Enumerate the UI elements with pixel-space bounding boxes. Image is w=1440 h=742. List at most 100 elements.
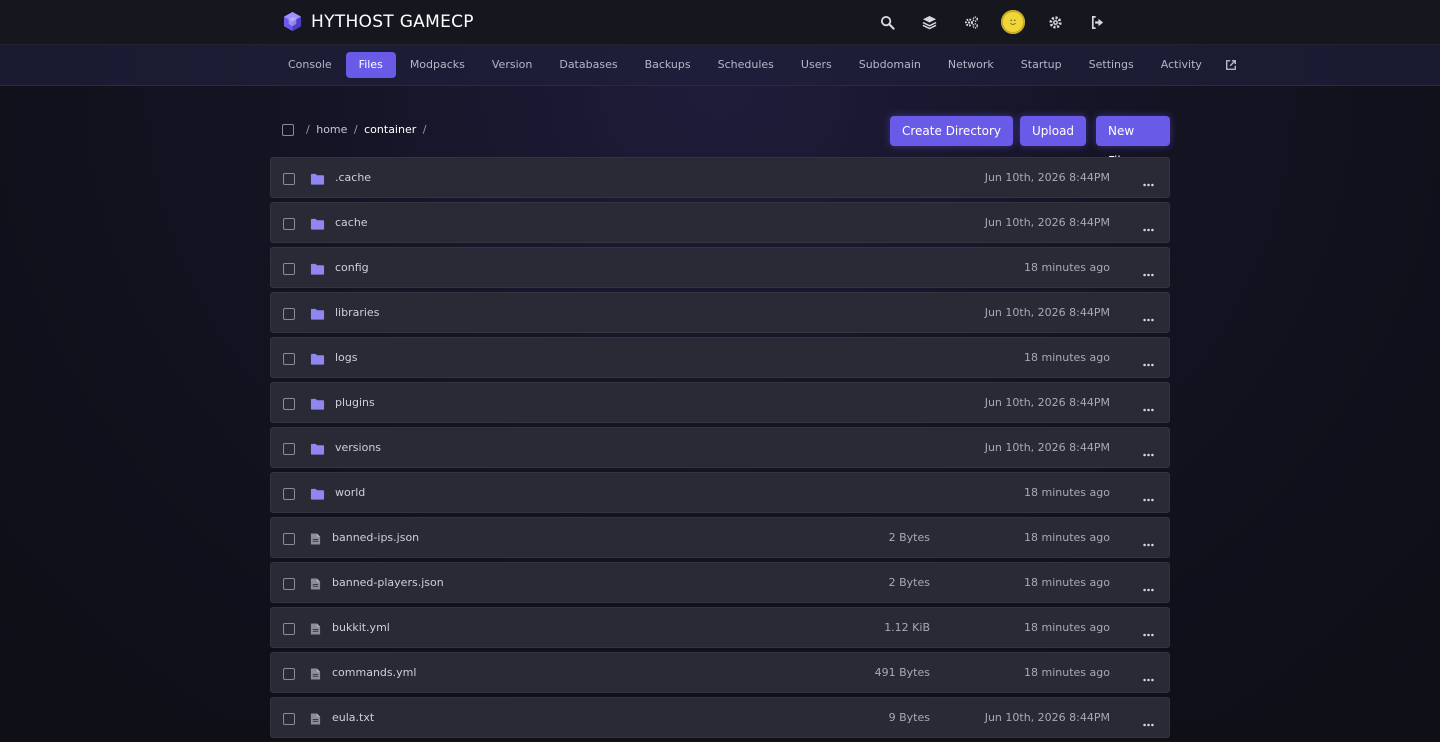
file-row[interactable]: plugins Jun 10th, 2026 8:44PM [270, 382, 1170, 423]
file-name[interactable]: banned-ips.json [332, 531, 419, 544]
file-row[interactable]: cache Jun 10th, 2026 8:44PM [270, 202, 1170, 243]
file-row[interactable]: versions Jun 10th, 2026 8:44PM [270, 427, 1170, 468]
top-bar: HYTHOST GAMECP [0, 0, 1440, 45]
more-options-button[interactable] [1143, 487, 1157, 502]
tab-files[interactable]: Files [345, 52, 396, 78]
layers-button[interactable] [908, 0, 950, 44]
folder-icon [310, 351, 325, 365]
brand-name: HYTHOST GAMECP [311, 11, 474, 32]
file-name[interactable]: libraries [335, 306, 379, 319]
tab-users[interactable]: Users [788, 52, 845, 78]
row-checkbox[interactable] [283, 623, 295, 635]
breadcrumb-home[interactable]: home [316, 123, 347, 136]
row-checkbox[interactable] [283, 488, 295, 500]
file-row[interactable]: commands.yml 491 Bytes 18 minutes ago [270, 652, 1170, 693]
row-checkbox[interactable] [283, 713, 295, 725]
file-row[interactable]: logs 18 minutes ago [270, 337, 1170, 378]
tab-startup[interactable]: Startup [1008, 52, 1075, 78]
row-checkbox[interactable] [283, 578, 295, 590]
brand[interactable]: HYTHOST GAMECP [283, 11, 474, 32]
ellipsis-icon [1143, 262, 1154, 281]
ellipsis-icon [1143, 217, 1154, 236]
create-directory-button[interactable]: Create Directory [890, 116, 1013, 146]
more-options-button[interactable] [1143, 712, 1157, 727]
row-checkbox[interactable] [283, 533, 295, 545]
file-row[interactable]: config 18 minutes ago [270, 247, 1170, 288]
breadcrumb-current[interactable]: container [364, 123, 416, 136]
file-row[interactable]: .cache Jun 10th, 2026 8:44PM [270, 157, 1170, 198]
file-size: 2 Bytes [888, 576, 930, 589]
file-name[interactable]: versions [335, 441, 381, 454]
file-name[interactable]: bukkit.yml [332, 621, 390, 634]
more-options-button[interactable] [1143, 307, 1157, 322]
more-options-button[interactable] [1143, 217, 1157, 232]
settings-button[interactable] [1034, 0, 1076, 44]
more-options-button[interactable] [1143, 352, 1157, 367]
file-name[interactable]: config [335, 261, 369, 274]
tab-databases[interactable]: Databases [546, 52, 630, 78]
external-link-button[interactable] [1216, 52, 1246, 78]
file-modified: Jun 10th, 2026 8:44PM [984, 396, 1110, 409]
file-icon [310, 666, 325, 680]
file-name[interactable]: banned-players.json [332, 576, 444, 589]
file-row[interactable]: eula.txt 9 Bytes Jun 10th, 2026 8:44PM [270, 697, 1170, 738]
row-checkbox[interactable] [283, 353, 295, 365]
tab-console[interactable]: Console [275, 52, 345, 78]
upload-button[interactable]: Upload [1020, 116, 1087, 146]
file-size: 1.12 KiB [884, 621, 930, 634]
avatar[interactable] [1001, 10, 1025, 34]
new-file-button[interactable]: New File [1096, 116, 1170, 168]
select-all-checkbox[interactable] [282, 124, 294, 136]
tab-subdomain[interactable]: Subdomain [846, 52, 934, 78]
row-checkbox[interactable] [283, 173, 295, 185]
ellipsis-icon [1143, 667, 1154, 686]
ellipsis-icon [1143, 442, 1154, 461]
file-row[interactable]: banned-ips.json 2 Bytes 18 minutes ago [270, 517, 1170, 558]
more-options-button[interactable] [1143, 667, 1157, 682]
logout-button[interactable] [1076, 0, 1118, 44]
file-name[interactable]: world [335, 486, 365, 499]
ellipsis-icon [1143, 712, 1154, 731]
more-options-button[interactable] [1143, 442, 1157, 457]
file-name[interactable]: eula.txt [332, 711, 374, 724]
file-size: 9 Bytes [888, 711, 930, 724]
more-options-button[interactable] [1143, 397, 1157, 412]
row-checkbox[interactable] [283, 668, 295, 680]
tab-settings[interactable]: Settings [1076, 52, 1147, 78]
file-row[interactable]: world 18 minutes ago [270, 472, 1170, 513]
tab-modpacks[interactable]: Modpacks [397, 52, 478, 78]
file-icon [310, 621, 325, 635]
file-name[interactable]: plugins [335, 396, 375, 409]
tab-version[interactable]: Version [479, 52, 545, 78]
admin-cogs-button[interactable] [950, 0, 992, 44]
more-options-button[interactable] [1143, 577, 1157, 592]
more-options-button[interactable] [1143, 262, 1157, 277]
row-checkbox[interactable] [283, 443, 295, 455]
file-name[interactable]: commands.yml [332, 666, 416, 679]
folder-icon [310, 441, 325, 455]
row-checkbox[interactable] [283, 308, 295, 320]
search-button[interactable] [866, 0, 908, 44]
file-row[interactable]: bukkit.yml 1.12 KiB 18 minutes ago [270, 607, 1170, 648]
tab-backups[interactable]: Backups [632, 52, 704, 78]
more-options-button[interactable] [1143, 172, 1157, 187]
ellipsis-icon [1143, 577, 1154, 596]
file-row[interactable]: libraries Jun 10th, 2026 8:44PM [270, 292, 1170, 333]
file-name[interactable]: cache [335, 216, 368, 229]
file-modified: 18 minutes ago [1024, 531, 1110, 544]
tab-network[interactable]: Network [935, 52, 1007, 78]
file-row[interactable]: banned-players.json 2 Bytes 18 minutes ago [270, 562, 1170, 603]
breadcrumb: / home / container / [306, 123, 429, 136]
external-link-icon [1225, 60, 1236, 70]
tab-activity[interactable]: Activity [1148, 52, 1215, 78]
file-name[interactable]: .cache [335, 171, 371, 184]
tab-schedules[interactable]: Schedules [705, 52, 787, 78]
row-checkbox[interactable] [283, 398, 295, 410]
more-options-button[interactable] [1143, 532, 1157, 547]
server-nav: Console Files Modpacks Version Databases… [0, 45, 1440, 86]
cogs-icon [964, 15, 978, 29]
row-checkbox[interactable] [283, 218, 295, 230]
file-name[interactable]: logs [335, 351, 358, 364]
row-checkbox[interactable] [283, 263, 295, 275]
more-options-button[interactable] [1143, 622, 1157, 637]
